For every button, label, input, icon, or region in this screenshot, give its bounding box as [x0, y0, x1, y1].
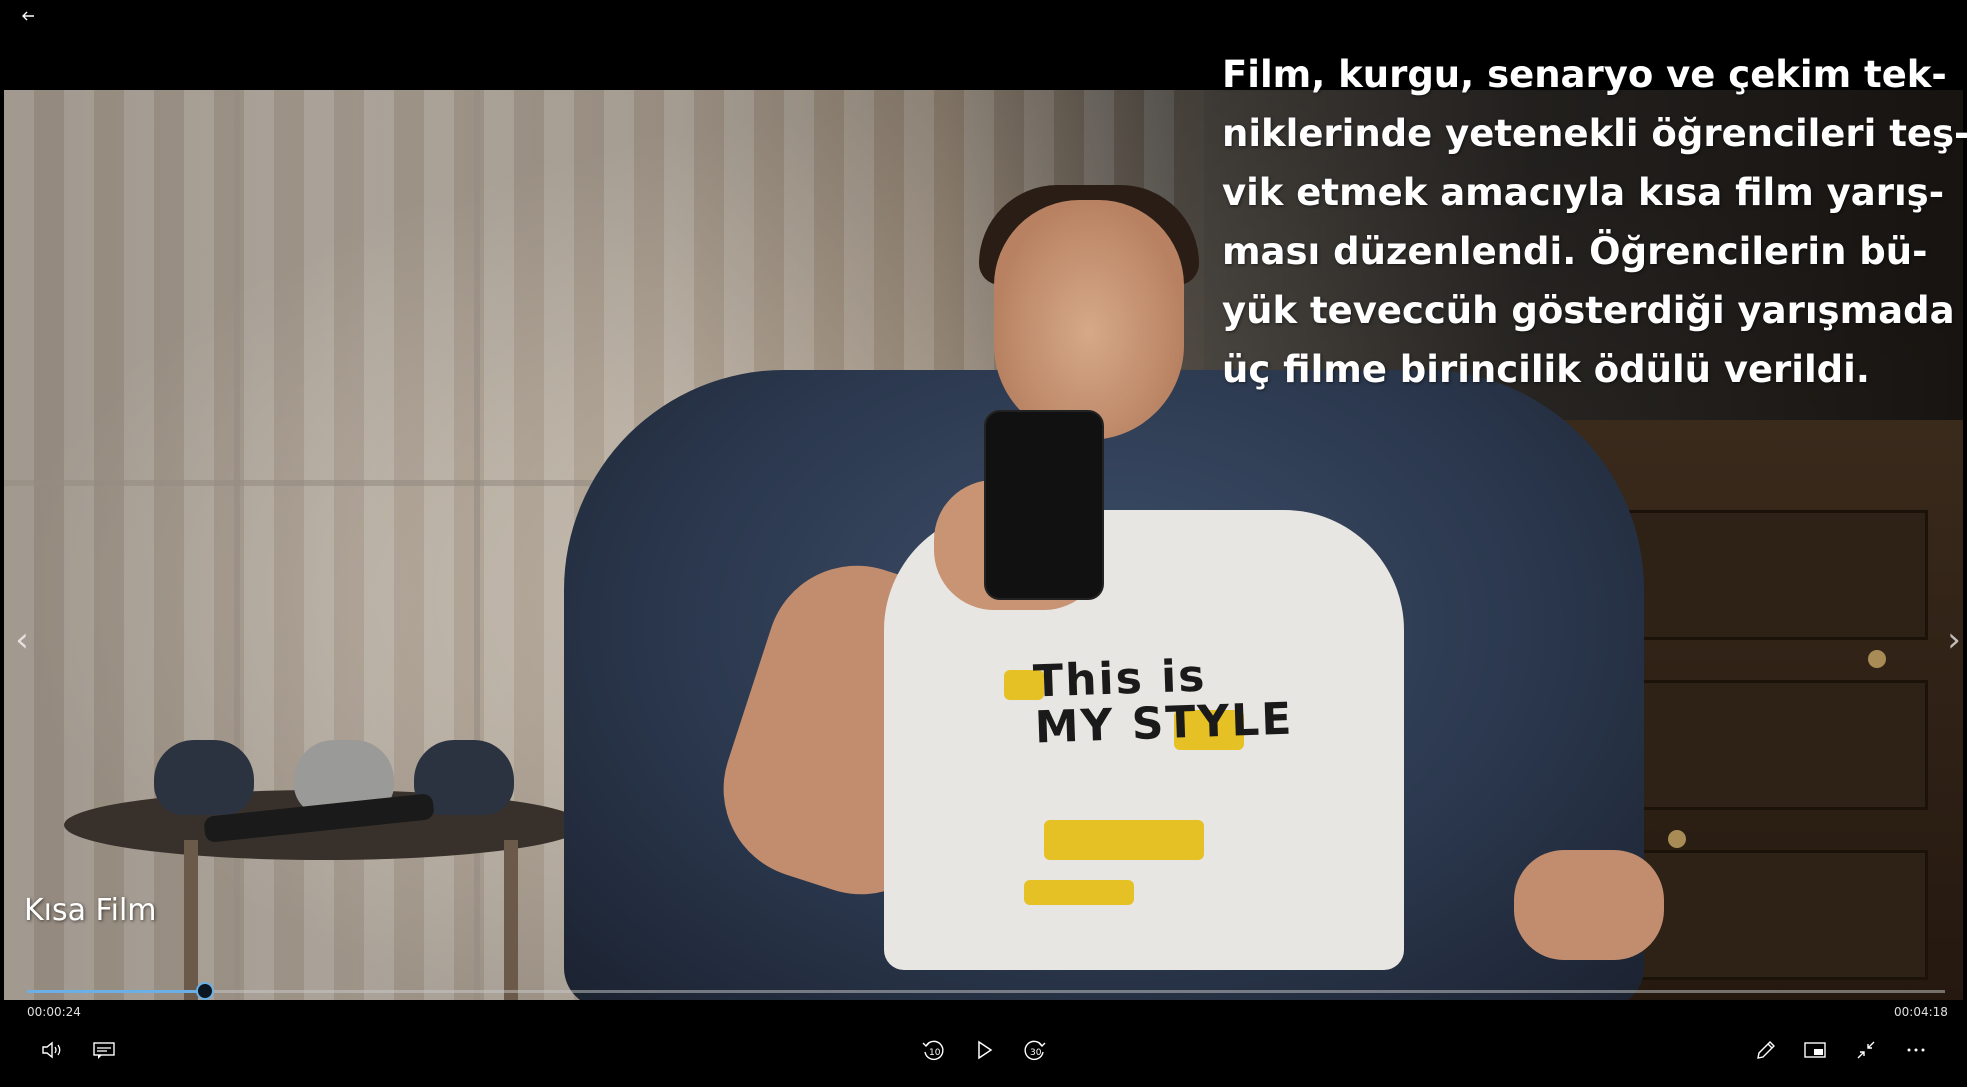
caption-line: vik etmek amacıyla kısa film yarış-	[1222, 171, 1945, 214]
caption-line: yük teveccüh gösterdiği yarışmada	[1222, 289, 1955, 332]
next-arrow-icon[interactable]: ›	[1942, 620, 1963, 660]
person-hand	[1514, 850, 1664, 960]
mini-view-button[interactable]	[1797, 1032, 1833, 1068]
pencil-icon	[1757, 1041, 1775, 1059]
volume-icon	[42, 1041, 61, 1059]
skip-back-button[interactable]: 10	[915, 1032, 951, 1068]
skip-back-seconds: 10	[929, 1048, 941, 1058]
smartphone	[984, 410, 1104, 600]
seek-bar-progress	[27, 990, 205, 993]
video-player: This is MY STYLE ‹ › Film, kurgu, senary…	[0, 0, 1967, 1087]
playback-controls: 00:00:24 00:04:18 10 30	[0, 1000, 1967, 1087]
seek-bar-thumb[interactable]	[196, 982, 214, 1000]
previous-arrow-icon[interactable]: ‹	[10, 620, 34, 660]
play-button[interactable]	[966, 1032, 1002, 1068]
caption-line: niklerinde yetenekli öğrencileri teş-	[1222, 112, 1967, 155]
seek-bar[interactable]	[27, 982, 1945, 1000]
play-icon	[978, 1040, 993, 1060]
back-arrow-icon	[22, 11, 34, 21]
video-title: Kısa Film	[24, 893, 157, 928]
person-head	[994, 200, 1184, 440]
cabinet-knob	[1668, 830, 1686, 848]
window-frame	[474, 90, 480, 1008]
shirt-text-line: MY STYLE	[1033, 693, 1295, 754]
window-frame	[234, 90, 240, 1008]
caption-line: üç filme birincilik ödülü verildi.	[1222, 348, 1870, 391]
more-icon	[1907, 1048, 1925, 1052]
more-options-button[interactable]	[1898, 1032, 1934, 1068]
subtitles-button[interactable]	[86, 1032, 122, 1068]
table-leg	[504, 840, 518, 1008]
skip-forward-button[interactable]: 30	[1017, 1032, 1053, 1068]
edit-button[interactable]	[1748, 1032, 1784, 1068]
exit-fullscreen-icon	[1857, 1041, 1875, 1059]
caption-line: Film, kurgu, senaryo ve çekim tek-	[1222, 53, 1947, 96]
skip-forward-seconds: 30	[1030, 1048, 1042, 1058]
skip-back-10-icon: 10	[922, 1040, 944, 1061]
volume-button[interactable]	[34, 1032, 70, 1068]
window-frame	[4, 480, 684, 486]
caption-line: ması düzenlendi. Öğrencilerin bü-	[1222, 230, 1928, 273]
total-duration: 00:04:18	[1894, 1005, 1948, 1019]
caption-overlay: Film, kurgu, senaryo ve çekim tek- nikle…	[1222, 45, 1967, 399]
shirt-print-text: This is MY STYLE	[1032, 650, 1295, 754]
back-button[interactable]	[14, 2, 42, 30]
skip-forward-30-icon: 30	[1024, 1040, 1046, 1061]
current-time: 00:00:24	[27, 1005, 81, 1019]
subtitles-icon	[93, 1042, 115, 1059]
plant-pot	[154, 740, 254, 815]
table-leg	[184, 840, 198, 1008]
exit-fullscreen-button[interactable]	[1848, 1032, 1884, 1068]
mini-view-icon	[1804, 1042, 1826, 1058]
cabinet-knob	[1868, 650, 1886, 668]
